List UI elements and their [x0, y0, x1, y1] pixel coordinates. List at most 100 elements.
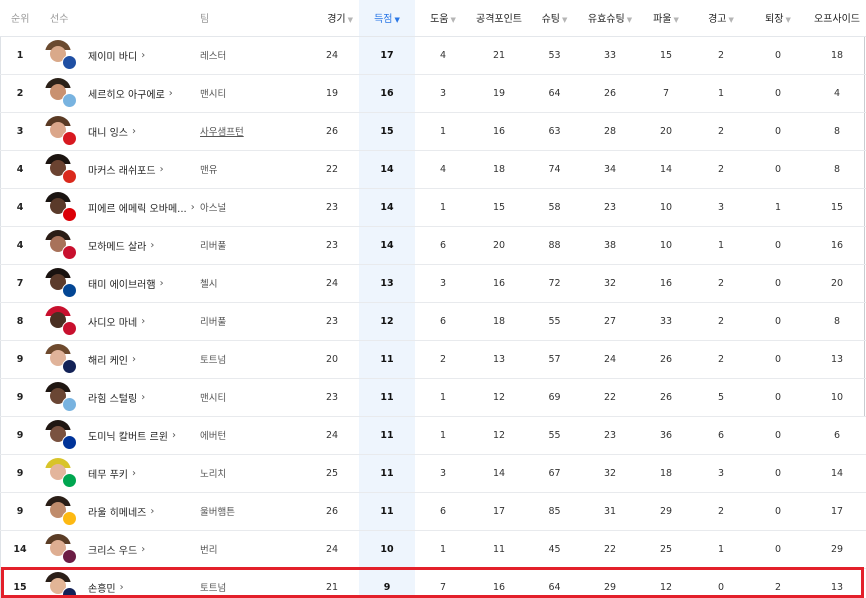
header-player[interactable]: 선수 [40, 0, 200, 37]
table-row[interactable]: 14 크리스 우드 › 번리 24 10 1 11 45 22 25 1 0 29 [0, 530, 866, 569]
team-cell[interactable]: 맨시티 [200, 74, 305, 113]
player-name-link[interactable]: 대니 잉스 [88, 124, 128, 139]
table-row[interactable]: 4 마커스 래쉬포드 › 맨유 22 14 4 18 74 34 14 2 0 8 [0, 150, 866, 189]
team-name[interactable]: 에버턴 [200, 431, 226, 442]
table-row[interactable]: 9 라힘 스털링 › 맨시티 23 11 1 12 69 22 26 5 0 10 [0, 378, 866, 417]
goals-cell: 14 [359, 150, 415, 189]
player-cell[interactable]: 태미 에이브러햄 › [40, 264, 200, 303]
table-row[interactable]: 9 라울 히메네즈 › 울버햄튼 26 11 6 17 85 31 29 2 0 … [0, 492, 866, 531]
team-cell[interactable]: 노리치 [200, 454, 305, 493]
player-name-link[interactable]: 태미 에이브러햄 [88, 276, 156, 291]
goals-cell: 17 [359, 36, 415, 75]
team-cell[interactable]: 첼시 [200, 264, 305, 303]
player-cell[interactable]: 세르히오 아구에로 › [40, 74, 200, 113]
team-name[interactable]: 맨시티 [200, 89, 226, 100]
team-cell[interactable]: 레스터 [200, 36, 305, 75]
goals-cell: 11 [359, 416, 415, 455]
team-name[interactable]: 리버풀 [200, 241, 226, 252]
header-games[interactable]: 경기 ▼ [305, 0, 359, 37]
team-name[interactable]: 아스널 [200, 203, 226, 214]
table-row[interactable]: 9 해리 케인 › 토트넘 20 11 2 13 57 24 26 2 0 13 [0, 340, 866, 379]
table-row[interactable]: 2 세르히오 아구에로 › 맨시티 19 16 3 19 64 26 7 1 0 … [0, 74, 866, 113]
player-cell[interactable]: 마커스 래쉬포드 › [40, 150, 200, 189]
team-name[interactable]: 리버풀 [200, 317, 226, 328]
table-row[interactable]: 3 대니 잉스 › 사우샘프턴 26 15 1 16 63 28 20 2 0 8 [0, 112, 866, 151]
player-name-link[interactable]: 도미닉 칼버트 르윈 [88, 428, 168, 443]
table-row[interactable]: 1 제이미 바디 › 레스터 24 17 4 21 53 33 15 2 0 18 [0, 36, 866, 75]
rank-cell: 3 [0, 112, 40, 151]
header-shots[interactable]: 슈팅 ▼ [527, 0, 582, 37]
player-cell[interactable]: 라힘 스털링 › [40, 378, 200, 417]
player-name-link[interactable]: 라울 히메네즈 [88, 504, 146, 519]
team-cell[interactable]: 맨시티 [200, 378, 305, 417]
header-attack-points[interactable]: 공격포인트 [471, 0, 527, 37]
table-row[interactable]: 9 테무 푸키 › 노리치 25 11 3 14 67 32 18 3 0 14 [0, 454, 866, 493]
team-name[interactable]: 울버햄튼 [200, 507, 235, 518]
yellow-cards-cell: 2 [694, 112, 748, 151]
header-shots-on-target[interactable]: 유효슈팅 ▼ [582, 0, 638, 37]
assists-cell: 2 [415, 340, 471, 379]
player-cell[interactable]: 사디오 마네 › [40, 302, 200, 341]
player-rows: 1 제이미 바디 › 레스터 24 17 4 21 53 33 15 2 0 18 [0, 36, 866, 598]
team-cell[interactable]: 사우샘프턴 [200, 112, 305, 151]
player-cell[interactable]: 크리스 우드 › [40, 530, 200, 569]
player-cell[interactable]: 도미닉 칼버트 르윈 › [40, 416, 200, 455]
yellow-cards-cell: 3 [694, 454, 748, 493]
header-yellow-cards[interactable]: 경고 ▼ [694, 0, 748, 37]
header-red-cards[interactable]: 퇴장 ▼ [748, 0, 808, 37]
header-assists[interactable]: 도움 ▼ [415, 0, 471, 37]
shots-cell: 53 [527, 36, 582, 75]
table-row[interactable]: 4 피에르 에메릭 오바메... › 아스널 23 14 1 15 58 23 1… [0, 188, 866, 227]
player-cell[interactable]: 라울 히메네즈 › [40, 492, 200, 531]
player-name-link[interactable]: 제이미 바디 [88, 48, 137, 63]
team-cell[interactable]: 토트넘 [200, 340, 305, 379]
team-name[interactable]: 맨시티 [200, 393, 226, 404]
team-cell[interactable]: 울버햄튼 [200, 492, 305, 531]
player-name-link[interactable]: 크리스 우드 [88, 542, 137, 557]
player-name-link[interactable]: 테무 푸키 [88, 466, 128, 481]
player-name-link[interactable]: 마커스 래쉬포드 [88, 162, 156, 177]
team-cell[interactable]: 에버턴 [200, 416, 305, 455]
player-name-link[interactable]: 피에르 에메릭 오바메... [88, 200, 187, 215]
team-name[interactable]: 노리치 [200, 469, 226, 480]
team-cell[interactable]: 아스널 [200, 188, 305, 227]
team-name[interactable]: 레스터 [200, 51, 226, 62]
team-cell[interactable]: 리버풀 [200, 226, 305, 265]
team-name[interactable]: 토트넘 [200, 355, 226, 366]
player-cell[interactable]: 피에르 에메릭 오바메... › [40, 188, 200, 227]
header-rank[interactable]: 순위 [0, 0, 40, 37]
player-name-link[interactable]: 세르히오 아구에로 [88, 86, 165, 101]
table-row[interactable]: 7 태미 에이브러햄 › 첼시 24 13 3 16 72 32 16 2 0 2… [0, 264, 866, 303]
player-name-link[interactable]: 라힘 스털링 [88, 390, 137, 405]
assists-cell: 4 [415, 36, 471, 75]
team-name[interactable]: 사우샘프턴 [200, 127, 244, 138]
attack-points-cell: 19 [471, 74, 527, 113]
player-cell[interactable]: 해리 케인 › [40, 340, 200, 379]
header-fouls[interactable]: 파울 ▼ [638, 0, 694, 37]
player-name-link[interactable]: 모하메드 살라 [88, 238, 146, 253]
table-row[interactable]: 9 도미닉 칼버트 르윈 › 에버턴 24 11 1 12 55 23 36 6 … [0, 416, 866, 455]
red-cards-cell: 0 [748, 340, 808, 379]
player-name-link[interactable]: 해리 케인 [88, 352, 128, 367]
header-goals[interactable]: 득점 ▼ [359, 0, 415, 37]
player-cell[interactable]: 테무 푸키 › [40, 454, 200, 493]
goals-cell: 13 [359, 264, 415, 303]
team-cell[interactable]: 번리 [200, 530, 305, 569]
player-name-link[interactable]: 사디오 마네 [88, 314, 137, 329]
team-cell[interactable]: 리버풀 [200, 302, 305, 341]
header-offside[interactable]: 오프사이드 [808, 0, 866, 37]
table-row[interactable]: 8 사디오 마네 › 리버풀 23 12 6 18 55 27 33 2 0 8 [0, 302, 866, 341]
player-cell[interactable]: 모하메드 살라 › [40, 226, 200, 265]
player-avatar [45, 38, 79, 72]
table-row[interactable]: 4 모하메드 살라 › 리버풀 23 14 6 20 88 38 10 1 0 1… [0, 226, 866, 265]
team-name[interactable]: 번리 [200, 545, 217, 556]
team-name[interactable]: 맨유 [200, 165, 217, 176]
team-name[interactable]: 첼시 [200, 279, 217, 290]
player-cell[interactable]: 제이미 바디 › [40, 36, 200, 75]
attack-points-cell: 17 [471, 492, 527, 531]
team-cell[interactable]: 맨유 [200, 150, 305, 189]
player-cell[interactable]: 대니 잉스 › [40, 112, 200, 151]
header-team[interactable]: 팀 [200, 0, 305, 37]
fouls-cell: 16 [638, 264, 694, 303]
shots-cell: 85 [527, 492, 582, 531]
